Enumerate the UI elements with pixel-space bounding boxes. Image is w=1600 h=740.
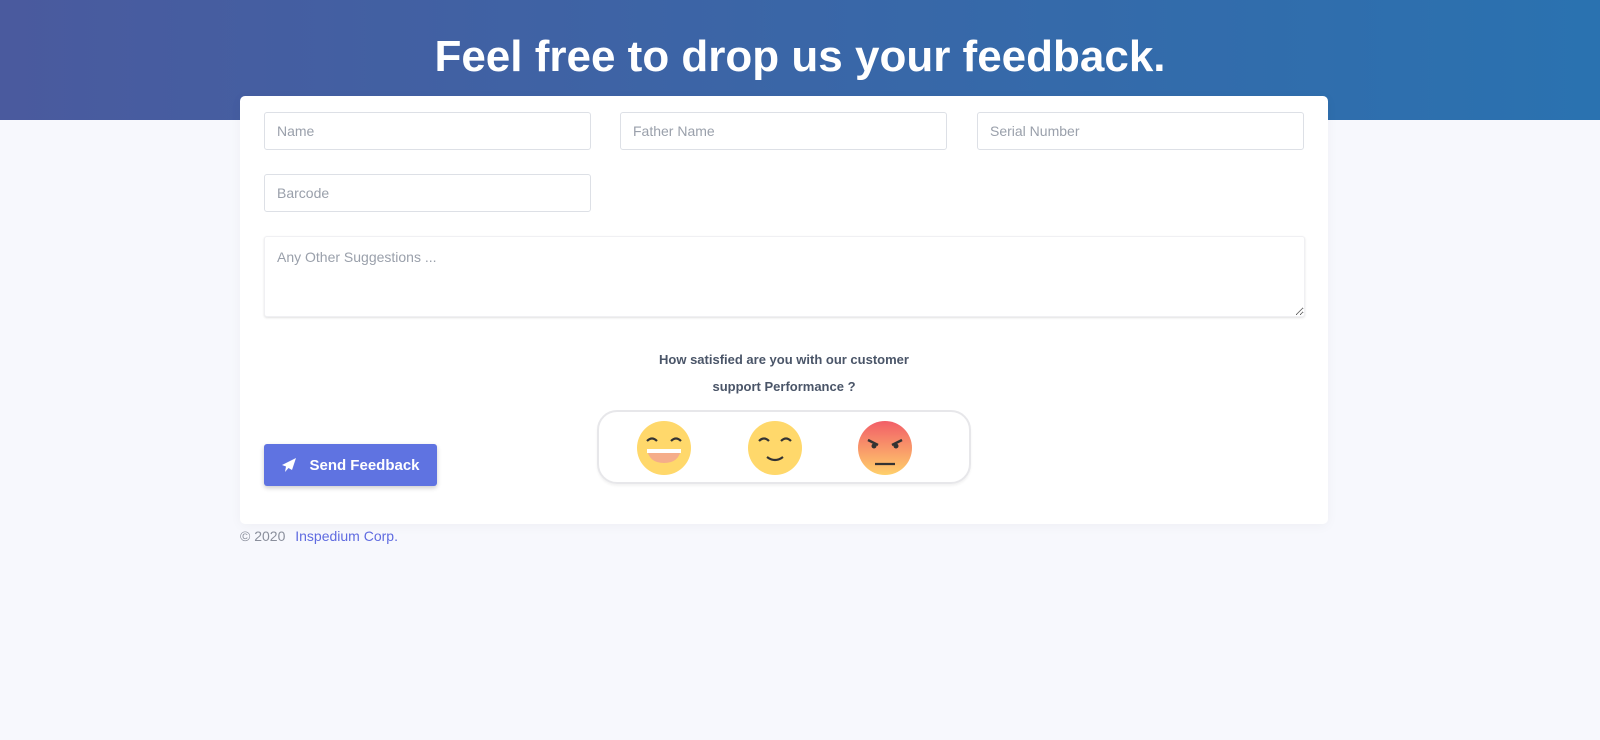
question-line: support Performance ?	[712, 379, 856, 394]
company-link[interactable]: Inspedium Corp.	[295, 528, 398, 544]
feedback-form: How satisfied are you with our customer …	[240, 96, 1328, 524]
copyright-text: © 2020	[240, 528, 286, 544]
page-title: Feel free to drop us your feedback.	[434, 32, 1166, 81]
send-feedback-button[interactable]: Send Feedback	[264, 444, 437, 486]
serial-number-input[interactable]	[977, 112, 1304, 150]
suggestions-textarea[interactable]	[264, 236, 1305, 317]
rating-selector	[597, 410, 971, 484]
angry-emoji-icon[interactable]	[858, 421, 912, 475]
send-feedback-label: Send Feedback	[309, 456, 420, 474]
very-happy-emoji-icon[interactable]	[637, 421, 691, 475]
barcode-input[interactable]	[264, 174, 591, 212]
satisfaction-question: How satisfied are you with our customer …	[240, 346, 1328, 400]
father-name-input[interactable]	[620, 112, 947, 150]
paper-plane-icon	[282, 458, 297, 472]
smile-emoji-icon[interactable]	[748, 421, 802, 475]
name-input[interactable]	[264, 112, 591, 150]
question-line: How satisfied are you with our customer	[659, 352, 909, 367]
footer: © 2020 Inspedium Corp.	[240, 528, 398, 544]
